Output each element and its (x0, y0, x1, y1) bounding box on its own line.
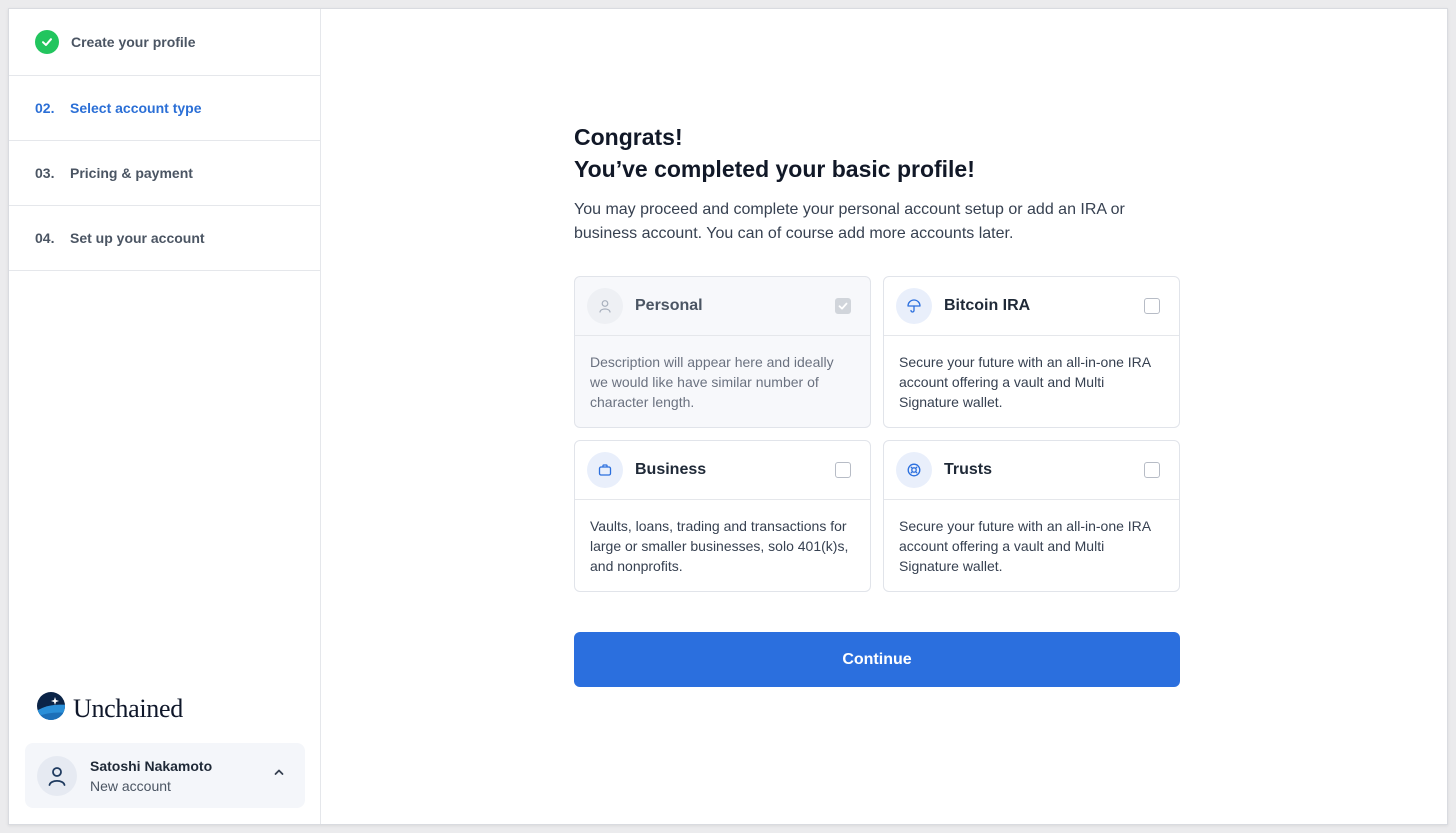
card-title: Bitcoin IRA (944, 297, 1031, 314)
briefcase-icon (587, 452, 623, 488)
step-number: 02. (35, 100, 55, 116)
personal-checkbox[interactable] (835, 298, 851, 314)
business-checkbox[interactable] (835, 462, 851, 478)
step-select-account-type[interactable]: 02. Select account type (9, 76, 320, 141)
sidebar: Create your profile 02. Select account t… (9, 9, 321, 824)
step-create-profile[interactable]: Create your profile (9, 9, 320, 76)
step-label: Select account type (70, 100, 202, 116)
card-description: Description will appear here and ideally… (590, 354, 834, 410)
step-set-up-account[interactable]: 04. Set up your account (9, 206, 320, 271)
account-card-trusts[interactable]: Trusts Secure your future with an all-in… (883, 440, 1180, 592)
trust-icon (896, 452, 932, 488)
unchained-logo-icon (36, 691, 66, 726)
card-title: Business (635, 461, 707, 478)
brand-name: Unchained (73, 693, 183, 723)
user-account-menu[interactable]: Satoshi Nakamoto New account (25, 743, 305, 808)
step-number: 03. (35, 165, 55, 181)
umbrella-icon (896, 288, 932, 324)
account-card-business[interactable]: Business Vaults, loans, trading and tran… (574, 440, 871, 592)
card-title: Personal (635, 297, 703, 314)
user-icon (587, 288, 623, 324)
continue-button[interactable]: Continue (574, 632, 1180, 687)
user-name: Satoshi Nakamoto (90, 757, 213, 774)
check-circle-icon (35, 30, 59, 54)
bitcoin-ira-checkbox[interactable] (1144, 298, 1160, 314)
title-line-2: You’ve completed your basic profile! (574, 156, 975, 182)
step-label: Pricing & payment (70, 165, 193, 181)
chevron-up-icon[interactable] (273, 765, 285, 783)
account-type-grid: Personal Description will appear here an… (574, 276, 1180, 592)
brand-logo: Unchained (36, 691, 183, 726)
step-pricing-payment[interactable]: 03. Pricing & payment (9, 141, 320, 206)
app-window: Create your profile 02. Select account t… (8, 8, 1448, 825)
title-line-1: Congrats! (574, 124, 683, 150)
main-content: Congrats! You’ve completed your basic pr… (574, 121, 1180, 687)
card-description: Vaults, loans, trading and transactions … (590, 518, 849, 574)
card-description: Secure your future with an all-in-one IR… (899, 518, 1151, 574)
step-label: Set up your account (70, 230, 205, 246)
user-avatar-icon (37, 755, 77, 796)
step-number: 04. (35, 230, 55, 246)
card-title: Trusts (944, 461, 993, 478)
step-label: Create your profile (71, 34, 196, 50)
account-card-bitcoin-ira[interactable]: Bitcoin IRA Secure your future with an a… (883, 276, 1180, 428)
page-description: You may proceed and complete your person… (574, 201, 1125, 242)
user-subtitle: New account (90, 777, 171, 794)
account-card-personal[interactable]: Personal Description will appear here an… (574, 276, 871, 428)
card-description: Secure your future with an all-in-one IR… (899, 354, 1151, 410)
page-title: Congrats! You’ve completed your basic pr… (574, 121, 1180, 185)
trusts-checkbox[interactable] (1144, 462, 1160, 478)
